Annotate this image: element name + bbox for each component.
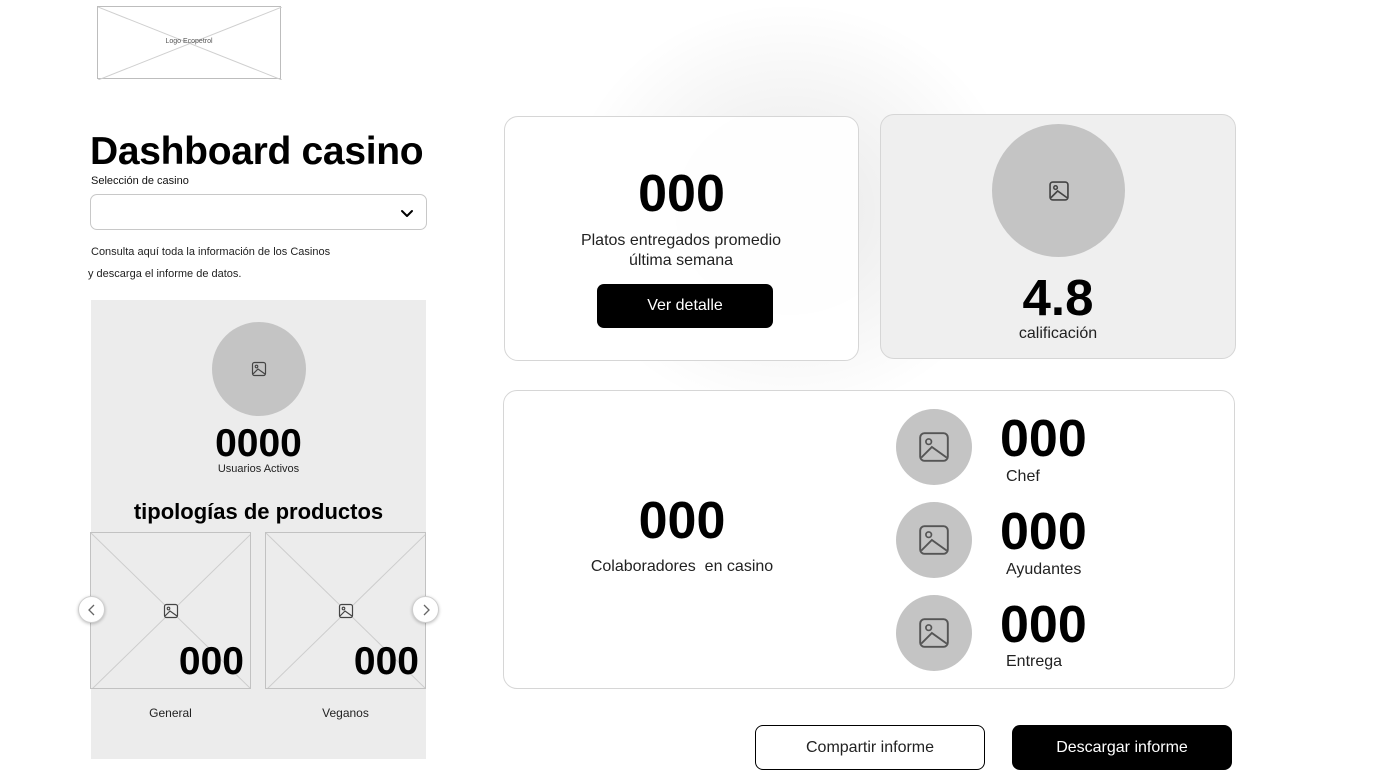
product-card-general[interactable]: 000	[90, 532, 251, 689]
product-value: 000	[178, 640, 244, 683]
image-icon	[919, 618, 949, 648]
entrega-label: Entrega	[1006, 653, 1063, 670]
colaboradores-label: Colaboradores en casino	[590, 558, 774, 575]
image-icon	[338, 603, 353, 619]
entrega-avatar	[896, 595, 972, 671]
chef-value: 000	[1000, 410, 1087, 468]
chevron-left-icon	[87, 604, 94, 615]
image-icon	[163, 603, 178, 619]
platos-label: Platos entregados promedio última semana	[580, 232, 782, 269]
carousel-next-button[interactable]	[412, 596, 439, 623]
casino-select[interactable]	[90, 194, 427, 230]
logo-text: Logo Ecopetrol	[165, 38, 213, 45]
chef-avatar	[896, 409, 972, 485]
ayudantes-label: Ayudantes	[1006, 561, 1082, 578]
chevron-down-icon	[400, 206, 414, 224]
image-icon	[919, 432, 949, 462]
image-icon	[919, 525, 949, 555]
ver-detalle-button[interactable]: Ver detalle	[597, 284, 773, 328]
product-types-title: tipologías de productos	[133, 499, 384, 524]
image-icon	[1048, 180, 1069, 201]
entrega-value: 000	[1000, 596, 1087, 654]
rating-label: calificación	[1018, 325, 1098, 342]
description-line-1: Consulta aquí toda la información de los…	[91, 246, 331, 258]
logo-placeholder: Logo Ecopetrol	[97, 6, 282, 80]
product-label-veganos: Veganos	[322, 706, 369, 720]
users-count: 0000	[215, 422, 302, 465]
casino-select-label: Selección de casino	[91, 175, 189, 187]
page-title: Dashboard casino	[90, 130, 424, 173]
product-value: 000	[353, 640, 419, 683]
users-label: Usuarios Activos	[217, 463, 300, 475]
chevron-right-icon	[423, 604, 430, 615]
carousel-prev-button[interactable]	[78, 596, 105, 623]
colaboradores-value: 000	[638, 492, 726, 550]
platos-value: 000	[638, 165, 725, 223]
share-report-button[interactable]: Compartir informe	[755, 725, 985, 770]
ayudantes-avatar	[896, 502, 972, 578]
rating-value: 4.8	[1022, 269, 1094, 326]
chef-label: Chef	[1006, 468, 1040, 485]
users-avatar	[212, 322, 306, 416]
description-line-2: y descarga el informe de datos.	[88, 268, 242, 280]
product-card-veganos[interactable]: 000	[265, 532, 426, 689]
rating-avatar	[992, 124, 1125, 257]
ayudantes-value: 000	[1000, 503, 1087, 561]
download-report-button[interactable]: Descargar informe	[1012, 725, 1232, 770]
image-icon	[251, 361, 267, 377]
product-label-general: General	[149, 706, 192, 720]
